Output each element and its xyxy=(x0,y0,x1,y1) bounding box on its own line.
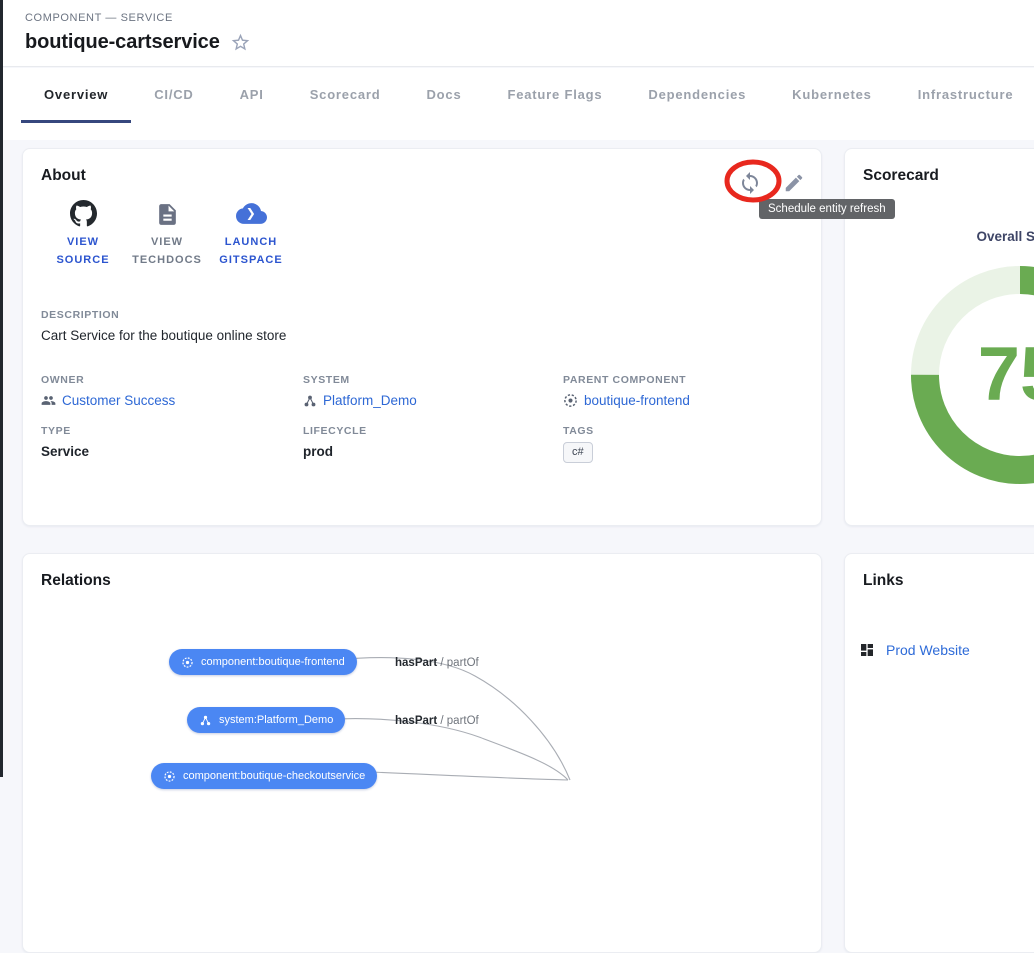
tab-docs[interactable]: Docs xyxy=(403,68,484,123)
people-icon xyxy=(41,393,56,408)
docs-icon xyxy=(155,197,180,227)
type-label: TYPE xyxy=(41,425,89,437)
edit-button[interactable] xyxy=(781,170,807,196)
node-label: system:Platform_Demo xyxy=(219,714,333,726)
scorecard-title: Scorecard xyxy=(863,167,939,185)
score-value: 75 xyxy=(890,333,1034,417)
tab-api[interactable]: API xyxy=(217,68,287,123)
links-card: Links Prod Website xyxy=(844,553,1034,953)
about-actions: VIEW SOURCE VIEW TECHDOCS ❯ LAUNCH GITSP… xyxy=(41,197,293,269)
tags-field: TAGS c# xyxy=(563,425,594,463)
lifecycle-field: LIFECYCLE prod xyxy=(303,425,367,459)
launch-gitspace-label: LAUNCH GITSPACE xyxy=(209,233,293,269)
overview-content: About Schedule entity refresh VIEW SOURC… xyxy=(0,140,1034,777)
description-value: Cart Service for the boutique online sto… xyxy=(41,328,286,343)
prod-website-label: Prod Website xyxy=(886,642,970,658)
tab-scorecard[interactable]: Scorecard xyxy=(287,68,404,123)
component-icon xyxy=(163,770,176,783)
edge-label: hasPart / partOf xyxy=(395,715,479,727)
system-value: Platform_Demo xyxy=(323,393,417,408)
node-platform-demo[interactable]: system:Platform_Demo xyxy=(187,707,345,733)
github-icon xyxy=(70,197,97,227)
view-techdocs-link[interactable]: VIEW TECHDOCS xyxy=(125,197,209,269)
system-icon xyxy=(303,394,317,408)
system-label: SYSTEM xyxy=(303,374,417,386)
overall-score-label[interactable]: Overall Score xyxy=(960,229,1034,244)
sync-icon xyxy=(738,171,762,195)
refresh-button[interactable] xyxy=(735,168,765,198)
gitspace-chevron: ❯ xyxy=(246,206,256,220)
node-label: component:boutique-checkoutservice xyxy=(183,770,365,782)
relation-edges xyxy=(23,554,823,952)
page-title: boutique-cartservice xyxy=(25,31,220,54)
refresh-tooltip: Schedule entity refresh xyxy=(759,199,895,219)
type-value: Service xyxy=(41,444,89,459)
owner-value: Customer Success xyxy=(62,393,175,408)
owner-field: OWNER Customer Success xyxy=(41,374,175,408)
node-label: component:boutique-frontend xyxy=(201,656,345,668)
tab-kubernetes[interactable]: Kubernetes xyxy=(769,68,895,123)
owner-link[interactable]: Customer Success xyxy=(41,393,175,408)
parent-component-label: PARENT COMPONENT xyxy=(563,374,690,386)
lifecycle-value: prod xyxy=(303,444,367,459)
prod-website-link[interactable]: Prod Website xyxy=(859,642,970,658)
view-source-link[interactable]: VIEW SOURCE xyxy=(41,197,125,269)
tab-overview[interactable]: Overview xyxy=(21,68,131,123)
relations-card: Relations hasPart / partOf hasPart / par… xyxy=(22,553,822,953)
type-field: TYPE Service xyxy=(41,425,89,459)
entity-header: COMPONENT — SERVICE boutique-cartservice xyxy=(0,0,1034,67)
component-icon xyxy=(563,393,578,408)
system-icon xyxy=(199,714,212,727)
tab-feature-flags[interactable]: Feature Flags xyxy=(484,68,625,123)
entity-kind-label: COMPONENT — SERVICE xyxy=(25,12,1034,24)
parent-component-link[interactable]: boutique-frontend xyxy=(563,393,690,408)
description-label: DESCRIPTION xyxy=(41,309,286,321)
owner-label: OWNER xyxy=(41,374,175,386)
tab-infrastructure[interactable]: Infrastructure xyxy=(895,68,1034,123)
parent-component-value: boutique-frontend xyxy=(584,393,690,408)
tags-label: TAGS xyxy=(563,425,594,437)
view-source-label: VIEW SOURCE xyxy=(41,233,125,269)
component-icon xyxy=(181,656,194,669)
dashboard-icon xyxy=(859,642,875,658)
star-outline-icon[interactable] xyxy=(230,32,251,53)
node-boutique-checkoutservice[interactable]: component:boutique-checkoutservice xyxy=(151,763,377,789)
lifecycle-label: LIFECYCLE xyxy=(303,425,367,437)
pencil-icon xyxy=(783,172,805,194)
tab-cicd[interactable]: CI/CD xyxy=(131,68,216,123)
description-field: DESCRIPTION Cart Service for the boutiqu… xyxy=(41,309,286,343)
tab-dependencies[interactable]: Dependencies xyxy=(625,68,769,123)
entity-tabs: Overview CI/CD API Scorecard Docs Featur… xyxy=(0,68,1034,140)
about-card: About Schedule entity refresh VIEW SOURC… xyxy=(22,148,822,526)
gitspace-cloud-icon: ❯ xyxy=(236,197,267,227)
node-boutique-frontend[interactable]: component:boutique-frontend xyxy=(169,649,357,675)
edge-label: hasPart / partOf xyxy=(395,657,479,669)
parent-component-field: PARENT COMPONENT boutique-frontend xyxy=(563,374,690,408)
tag-chip[interactable]: c# xyxy=(563,442,593,463)
system-field: SYSTEM Platform_Demo xyxy=(303,374,417,408)
links-title: Links xyxy=(863,572,903,590)
left-sidebar-edge xyxy=(0,0,3,777)
system-link[interactable]: Platform_Demo xyxy=(303,393,417,408)
launch-gitspace-link[interactable]: ❯ LAUNCH GITSPACE xyxy=(209,197,293,269)
about-title: About xyxy=(41,167,86,185)
view-techdocs-label: VIEW TECHDOCS xyxy=(125,233,209,269)
